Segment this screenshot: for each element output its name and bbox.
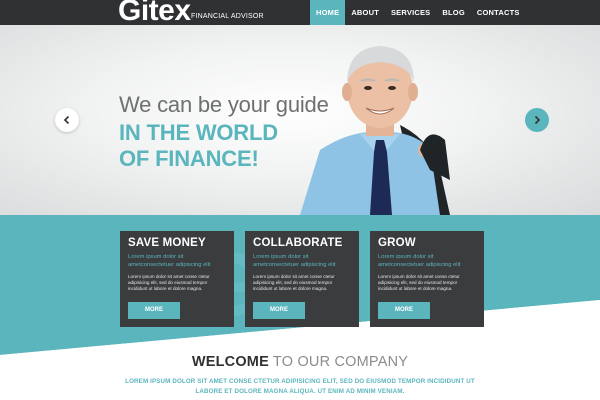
card-subtitle: Lorem ipsum dolor sit ametconsectetuer a… <box>378 254 461 268</box>
main-nav: HOME ABOUT SERVICES BLOG CONTACTS <box>310 0 526 25</box>
card-title: COLLABORATE <box>253 237 343 249</box>
site-logo[interactable]: Gitex <box>118 0 191 28</box>
feature-card-grow: GROW Lorem ipsum dolor sit ametconsectet… <box>370 231 484 327</box>
more-button[interactable]: MORE <box>378 302 430 319</box>
card-title: SAVE MONEY <box>128 237 206 249</box>
nav-contacts[interactable]: CONTACTS <box>471 0 526 25</box>
site-header: Gitex FINANCIAL ADVISOR HOME ABOUT SERVI… <box>0 0 600 28</box>
welcome-heading: WELCOME TO OUR COMPANY <box>0 354 600 370</box>
card-subtitle: Lorem ipsum dolor sit ametconsectetuer a… <box>128 254 211 268</box>
card-body: Lorem ipsum dolor sit amet conse ctetur … <box>253 274 335 291</box>
card-subtitle: Lorem ipsum dolor sit ametconsectetuer a… <box>253 254 336 268</box>
nav-blog[interactable]: BLOG <box>436 0 470 25</box>
feature-card-collaborate: COLLABORATE Lorem ipsum dolor sit ametco… <box>245 231 359 327</box>
nav-services[interactable]: SERVICES <box>385 0 436 25</box>
hero-headline-bold-1: IN THE WORLD <box>119 120 278 145</box>
card-body: Lorem ipsum dolor sit amet conse ctetur … <box>128 274 210 291</box>
card-title: GROW <box>378 237 416 249</box>
chevron-left-icon <box>63 115 70 125</box>
slider-prev-button[interactable] <box>55 108 79 132</box>
card-body: Lorem ipsum dolor sit amet conse ctetur … <box>378 274 460 291</box>
feature-card-save-money: SAVE MONEY Lorem ipsum dolor sit ametcon… <box>120 231 234 327</box>
chevron-right-icon <box>534 115 541 125</box>
welcome-heading-light: TO OUR COMPANY <box>268 354 409 370</box>
businessman-photo <box>300 46 450 215</box>
nav-about[interactable]: ABOUT <box>345 0 385 25</box>
more-button[interactable]: MORE <box>128 302 180 319</box>
site-tagline: FINANCIAL ADVISOR <box>191 13 264 20</box>
slider-next-button[interactable] <box>525 108 549 132</box>
more-button[interactable]: MORE <box>253 302 305 319</box>
nav-home[interactable]: HOME <box>310 0 346 25</box>
welcome-text: LOREM IPSUM DOLOR SIT AMET CONSE CTETUR … <box>125 378 475 395</box>
welcome-heading-strong: WELCOME <box>191 354 269 370</box>
hero-slider: We can be your guide IN THE WORLD OF FIN… <box>0 25 600 215</box>
hero-headline-bold-2: OF FINANCE! <box>119 146 259 171</box>
